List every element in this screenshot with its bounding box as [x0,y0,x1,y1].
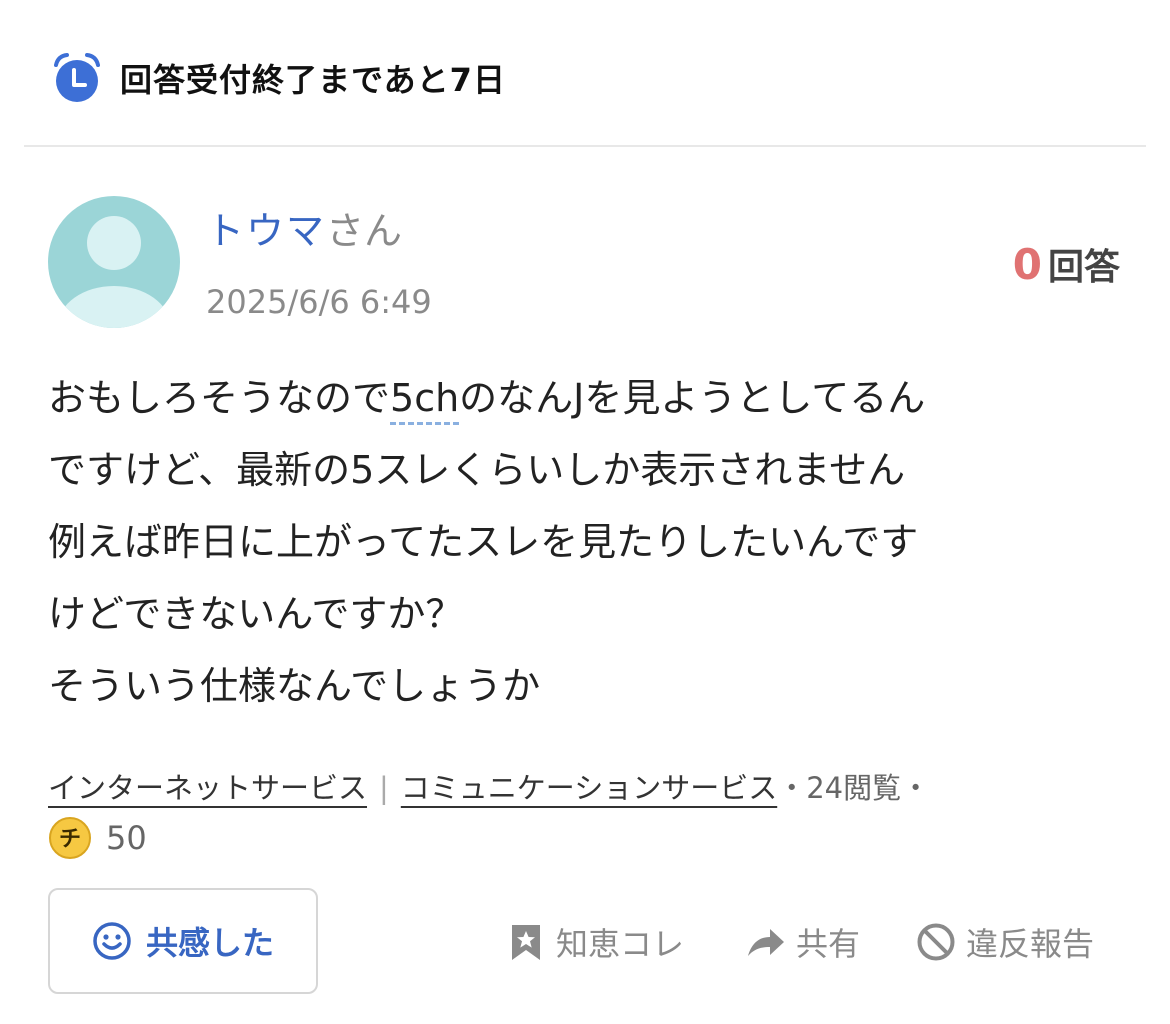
question-text: のなんJを見ようとしてるん [459,376,926,420]
prohibited-icon [917,923,955,961]
answer-count-label: 回答 [1047,247,1120,288]
report-button[interactable]: 違反報告 [916,912,1094,972]
chiebukuro-coin-icon: チ [49,817,91,859]
author-honorific: さん [326,209,403,253]
question-meta: インターネットサービス | コミュニケーションサービス・24閲覧・ [48,764,930,812]
bookmark-star-icon [512,925,540,960]
question-body: おもしろそうなので5chのなんJを見ようとしてるん ですけど、最新の5スレくらい… [48,362,1128,722]
empathy-button[interactable]: 共感した [48,888,318,994]
share-button[interactable]: 共有 [746,912,860,972]
divider [24,145,1146,147]
share-arrow-icon [748,929,784,956]
share-label: 共有 [796,925,861,963]
question-text: おもしろそうなので [48,376,391,420]
question-line: 例えば昨日に上がってたスレを見たりしたいんです [48,520,919,564]
avatar[interactable] [48,196,180,328]
author-line: トウマさん [206,206,402,256]
coin-value: 50 [106,819,147,857]
coin-reward: チ 50 [48,816,147,860]
category-separator: | [379,771,389,805]
keyword-link[interactable]: 5ch [390,376,460,425]
question-line: ですけど、最新の5スレくらいしか表示されません [48,448,906,492]
question-line: そういう仕様なんでしょうか [48,664,541,708]
question-line: おもしろそうなので5chのなんJを見ようとしてるん [48,362,1128,434]
category-link-internet-services[interactable]: インターネットサービス [48,771,367,805]
report-label: 違反報告 [966,925,1095,963]
author-name[interactable]: トウマ [206,209,326,253]
answer-count-value: 0 [1012,240,1042,289]
category-link-communication-services[interactable]: コミュニケーションサービス [401,771,777,805]
deadline-text: 回答受付終了まであと7日 [120,61,506,99]
alarm-clock-icon [54,53,100,102]
view-count: ・24閲覧・ [777,771,931,805]
svg-text:チ: チ [59,827,81,852]
question-line: けどできないんですか？ [48,592,464,636]
post-date: 2025/6/6 6:49 [206,283,432,321]
save-to-collection-button[interactable]: 知恵コレ [506,912,684,972]
save-label: 知恵コレ [556,925,685,963]
empathy-label: 共感した [145,924,274,962]
deadline-banner: 回答受付終了まであと7日 [50,48,506,108]
answer-count: 0 回答 [1013,238,1120,290]
smile-icon [93,922,131,960]
